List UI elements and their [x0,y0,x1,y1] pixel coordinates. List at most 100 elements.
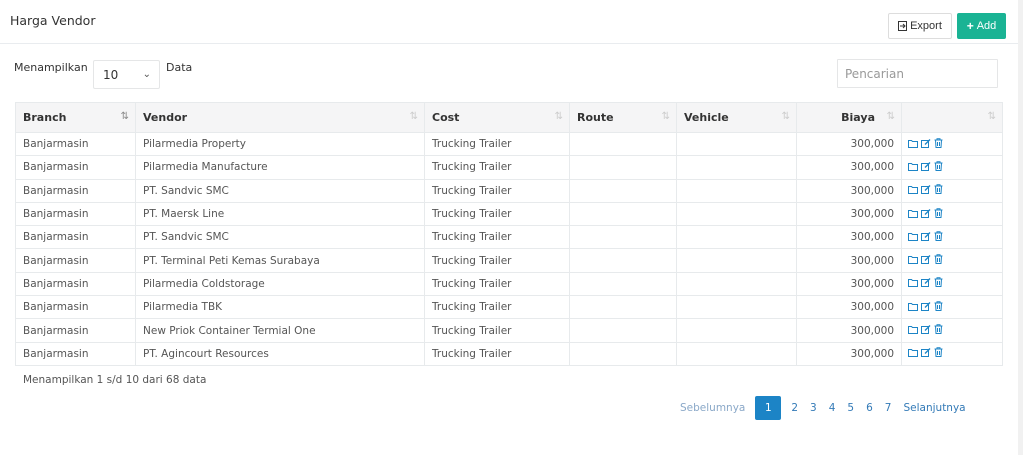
folder-icon[interactable] [908,186,918,197]
cell-biaya: 300,000 [796,295,902,320]
cell-route [569,225,677,250]
cell-route [569,295,677,320]
vendor-price-table: Branch ⇅ Vendor ⇅ Cost ⇅ Route ⇅ Vehicle ⇅ Bi… [15,102,1003,366]
sort-icon: ⇅ [781,111,790,122]
edit-icon[interactable] [921,278,931,290]
column-header-vehicle[interactable]: Vehicle ⇅ [676,102,797,133]
cell-route [569,201,677,227]
pagination-prev[interactable]: Sebelumnya [674,402,751,414]
cell-vendor: Pilarmedia Manufacture [135,155,425,180]
cell-route [569,318,677,343]
cell-biaya: 300,000 [796,318,902,343]
sort-icon: ⇅ [409,111,418,122]
search-input[interactable] [837,59,998,88]
cell-branch: Banjarmasin [15,131,136,157]
trash-icon[interactable] [934,207,943,221]
cell-vehicle [676,271,797,297]
table-row: Banjarmasin PT. Terminal Peti Kemas Surab… [15,248,1003,273]
pagination: Sebelumnya 1234567 Selanjutnya [674,396,972,420]
table-row: Banjarmasin Pilarmedia Manufacture Truckin… [15,155,1003,180]
column-header-branch[interactable]: Branch ⇅ [15,102,136,133]
trash-icon[interactable] [934,324,943,337]
edit-icon[interactable] [921,208,931,221]
cell-route [569,341,677,366]
export-button[interactable]: Export [888,13,952,39]
folder-icon[interactable] [908,209,918,221]
folder-icon[interactable] [908,349,918,360]
cell-actions [901,318,1003,343]
cell-actions [901,271,1003,297]
pagination-page[interactable]: 4 [823,402,842,414]
folder-icon[interactable] [908,162,918,174]
cell-vehicle [676,295,797,320]
add-button[interactable]: + Add [957,13,1006,39]
cell-biaya: 300,000 [796,271,902,297]
trash-icon[interactable] [934,231,943,244]
cell-vendor: PT. Sandvic SMC [135,178,425,203]
table-row: Banjarmasin Pilarmedia Property Trucking T… [15,131,1003,157]
column-header-route[interactable]: Route ⇅ [569,102,677,133]
sort-icon: ⇅ [987,111,996,122]
edit-icon[interactable] [921,348,931,360]
pagination-page[interactable]: 2 [785,402,804,414]
column-header-actions[interactable]: ⇅ [901,102,1003,133]
folder-icon[interactable] [908,139,918,151]
trash-icon[interactable] [934,347,943,360]
edit-icon[interactable] [921,231,931,244]
folder-icon[interactable] [908,326,918,337]
cell-branch: Banjarmasin [15,248,136,273]
pagination-page[interactable]: 6 [860,402,879,414]
cell-vehicle [676,318,797,343]
cell-cost: Trucking Trailer [424,341,570,366]
trash-icon[interactable] [934,137,943,151]
trash-icon[interactable] [934,277,943,290]
cell-vehicle [676,131,797,157]
sort-icon: ⇅ [661,111,670,122]
cell-route [569,248,677,273]
cell-branch: Banjarmasin [15,178,136,203]
cell-branch: Banjarmasin [15,155,136,180]
table-row: Banjarmasin PT. Maersk Line Trucking Trail… [15,201,1003,227]
cell-vehicle [676,248,797,273]
edit-icon[interactable] [921,325,931,337]
folder-icon[interactable] [908,256,918,267]
page-title: Harga Vendor [10,13,96,28]
trash-icon[interactable] [934,161,943,174]
table-row: Banjarmasin Pilarmedia TBK Trucking Traile… [15,295,1003,320]
edit-icon[interactable] [921,138,931,151]
cell-vehicle [676,155,797,180]
plus-icon: + [966,19,974,33]
folder-icon[interactable] [908,232,918,244]
edit-icon[interactable] [921,255,931,267]
page-length-select[interactable]: 10 ⌄ [93,60,160,89]
edit-icon[interactable] [921,161,931,174]
column-header-label: Vehicle [684,111,729,124]
scrollbar[interactable] [1018,0,1023,455]
table-row: Banjarmasin PT. Sandvic SMC Trucking Trail… [15,178,1003,203]
edit-icon[interactable] [921,301,931,314]
pagination-page[interactable]: 5 [841,402,860,414]
trash-icon[interactable] [934,254,943,267]
column-header-biaya[interactable]: Biaya ⇅ [796,102,902,133]
table-info: Menampilkan 1 s/d 10 dari 68 data [23,374,207,386]
cell-actions [901,131,1003,157]
column-header-cost[interactable]: Cost ⇅ [424,102,570,133]
trash-icon[interactable] [934,184,943,197]
pagination-page[interactable]: 7 [879,402,898,414]
cell-vehicle [676,225,797,250]
folder-icon[interactable] [908,279,918,290]
column-header-vendor[interactable]: Vendor ⇅ [135,102,425,133]
cell-cost: Trucking Trailer [424,271,570,297]
pagination-page[interactable]: 1 [755,396,782,420]
pagination-page[interactable]: 3 [804,402,823,414]
edit-icon[interactable] [921,185,931,197]
folder-icon[interactable] [908,302,918,314]
cell-branch: Banjarmasin [15,295,136,320]
cell-biaya: 300,000 [796,131,902,157]
cell-branch: Banjarmasin [15,201,136,227]
trash-icon[interactable] [934,301,943,314]
table-row: Banjarmasin New Priok Container Termial O… [15,318,1003,343]
pagination-pages: 1234567 [751,396,897,420]
chevron-down-icon: ⌄ [142,69,151,80]
pagination-next[interactable]: Selanjutnya [897,402,971,414]
